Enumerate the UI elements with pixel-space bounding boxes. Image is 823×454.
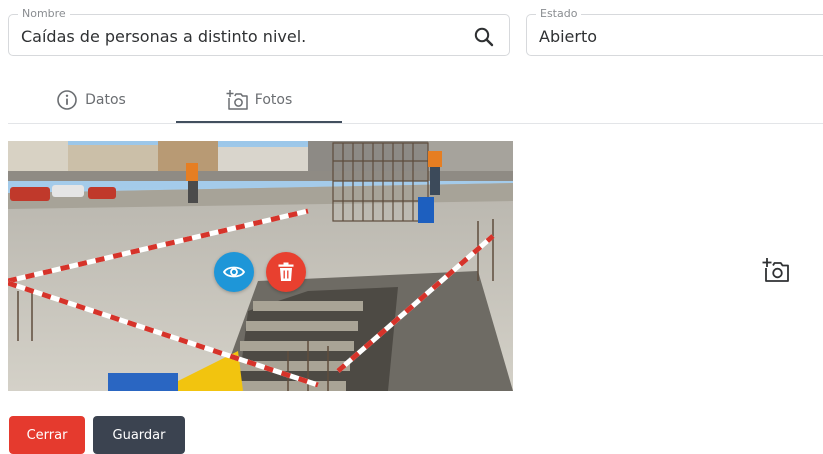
add-photo-icon xyxy=(762,258,789,282)
tabs: Datos Fotos xyxy=(8,76,823,124)
add-photo-icon xyxy=(226,90,248,110)
info-icon xyxy=(57,90,77,110)
eye-icon xyxy=(223,266,245,278)
nombre-value[interactable]: Caídas de personas a distinto nivel. xyxy=(21,27,306,46)
tab-datos[interactable]: Datos xyxy=(8,76,174,124)
estado-field[interactable]: Estado Abierto xyxy=(526,7,823,56)
estado-value[interactable]: Abierto xyxy=(539,27,597,46)
search-icon[interactable] xyxy=(473,26,495,48)
close-button[interactable]: Cerrar xyxy=(9,416,85,454)
nombre-field[interactable]: Nombre Caídas de personas a distinto niv… xyxy=(8,7,510,56)
save-button[interactable]: Guardar xyxy=(93,416,185,454)
active-tab-indicator xyxy=(176,121,342,123)
delete-photo-button[interactable] xyxy=(266,252,306,292)
tab-fotos[interactable]: Fotos xyxy=(176,76,342,124)
estado-label: Estado xyxy=(536,7,582,21)
nombre-label: Nombre xyxy=(18,7,70,21)
add-photo-button[interactable] xyxy=(762,257,790,283)
tab-datos-label: Datos xyxy=(85,92,126,108)
trash-icon xyxy=(278,262,294,281)
view-photo-button[interactable] xyxy=(214,252,254,292)
photo-thumbnail[interactable] xyxy=(8,141,513,391)
tabs-divider xyxy=(8,123,823,124)
tab-fotos-label: Fotos xyxy=(254,92,293,108)
